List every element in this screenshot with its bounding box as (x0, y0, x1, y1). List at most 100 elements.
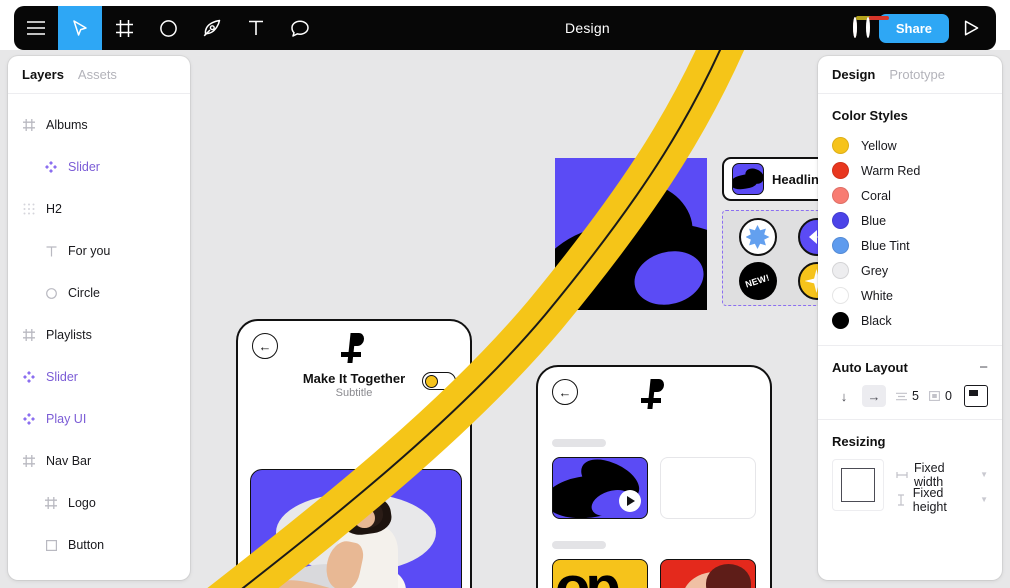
layer-row[interactable]: Nav Bar (8, 440, 190, 482)
page-title: Design (565, 20, 610, 36)
resize-options: Fixed width ▼ Fixed height ▼ (896, 459, 988, 514)
color-style-row[interactable]: Coral (832, 183, 988, 208)
avatar[interactable] (865, 17, 870, 38)
play-button-icon[interactable] (619, 490, 641, 512)
frame-icon (22, 454, 36, 468)
phone-mockup-a[interactable]: ← Make It Together Subtitle (236, 319, 472, 588)
comment-tool-icon[interactable] (278, 6, 322, 50)
avatar-collaborator-2-ring (865, 16, 889, 38)
auto-layout-section: Auto Layout − ↓ → 5 0 (818, 346, 1002, 420)
spacing-field[interactable]: 5 (896, 389, 919, 403)
resizing-controls: Fixed width ▼ Fixed height ▼ (832, 459, 988, 514)
share-button[interactable]: Share (878, 13, 949, 43)
phone-mockup-b[interactable]: ← (536, 365, 772, 588)
layer-list: Albums Slider H2 For you Circle Playlist (8, 94, 190, 576)
direction-horizontal-button[interactable]: → (862, 385, 886, 407)
text-tool-icon[interactable] (234, 6, 278, 50)
phone-b-header: ← (538, 367, 770, 409)
color-style-row[interactable]: White (832, 283, 988, 308)
phone-a-title-block: Make It Together Subtitle (303, 371, 405, 399)
present-play-icon[interactable] (958, 15, 984, 41)
color-swatch (832, 212, 849, 229)
layer-row[interactable]: Logo (8, 482, 190, 524)
color-style-row[interactable]: Yellow (832, 133, 988, 158)
media-card-empty[interactable] (660, 457, 756, 519)
layer-label: Slider (68, 160, 100, 174)
height-icon (896, 493, 907, 506)
back-button-icon[interactable]: ← (252, 333, 278, 359)
component-icon (22, 370, 36, 384)
component-icon (44, 160, 58, 174)
color-swatch (832, 287, 849, 304)
remove-auto-layout-button[interactable]: − (979, 360, 988, 375)
layer-row[interactable]: Slider (8, 146, 190, 188)
layer-row[interactable]: Playlists (8, 314, 190, 356)
color-swatch (832, 237, 849, 254)
frame-tool-icon[interactable] (102, 6, 146, 50)
design-properties-panel: Design Prototype Color Styles Yellow War… (818, 56, 1002, 580)
layer-label: Logo (68, 496, 96, 510)
tab-design[interactable]: Design (832, 67, 875, 82)
color-style-row[interactable]: Black (832, 308, 988, 333)
music-note-logo-icon-b (641, 379, 667, 409)
fixed-width-option[interactable]: Fixed width ▼ (896, 461, 988, 489)
layer-row[interactable]: Circle (8, 272, 190, 314)
star-burst-badge[interactable] (738, 218, 777, 256)
tab-assets[interactable]: Assets (78, 67, 117, 82)
layer-row[interactable]: For you (8, 230, 190, 272)
ellipse-tool-icon[interactable] (146, 6, 190, 50)
spacing-value: 5 (912, 389, 919, 403)
color-style-row[interactable]: Blue Tint (832, 233, 988, 258)
color-swatch (832, 312, 849, 329)
move-tool-icon[interactable] (58, 6, 102, 50)
color-swatch (832, 262, 849, 279)
layer-row[interactable]: Button (8, 524, 190, 566)
auto-layout-controls: ↓ → 5 0 (832, 385, 988, 407)
frame-icon (44, 496, 58, 510)
menu-icon[interactable] (14, 6, 58, 50)
resize-preview-box[interactable] (832, 459, 884, 511)
color-swatch (832, 162, 849, 179)
layer-row[interactable]: H2 (8, 188, 190, 230)
color-style-row[interactable]: Grey (832, 258, 988, 283)
media-card-yellow[interactable]: op (552, 559, 648, 588)
direction-vertical-button[interactable]: ↓ (832, 385, 856, 407)
color-style-row[interactable]: Warm Red (832, 158, 988, 183)
frame-icon (22, 328, 36, 342)
tab-prototype[interactable]: Prototype (889, 67, 945, 82)
layer-row[interactable]: Slider (8, 356, 190, 398)
color-styles-header: Color Styles (832, 108, 988, 123)
chevron-down-icon: ▼ (980, 495, 988, 504)
chevron-down-icon: ▼ (980, 470, 988, 479)
fixed-height-option[interactable]: Fixed height ▼ (896, 485, 988, 514)
back-button-icon-b[interactable]: ← (552, 379, 578, 405)
layer-label: Albums (46, 118, 88, 132)
avatar[interactable] (852, 17, 857, 38)
color-styles-section: Color Styles Yellow Warm Red Coral Blue … (818, 94, 1002, 346)
new-badge[interactable]: NEW! (738, 262, 777, 300)
media-card-red[interactable] (660, 559, 756, 588)
color-style-label: Coral (861, 188, 891, 203)
ellipse-icon (44, 286, 58, 300)
color-style-label: White (861, 288, 893, 303)
top-toolbar: Design Share (14, 6, 996, 50)
phone-a-hero-photo[interactable] (250, 469, 462, 588)
layer-row[interactable]: Albums (8, 104, 190, 146)
color-styles-title: Color Styles (832, 108, 908, 123)
auto-layout-title: Auto Layout (832, 360, 908, 375)
color-style-label: Blue Tint (861, 238, 910, 253)
tab-layers[interactable]: Layers (22, 67, 64, 82)
phone-a-toggle[interactable] (422, 372, 456, 390)
media-card-abstract[interactable] (552, 457, 648, 519)
color-style-label: Grey (861, 263, 889, 278)
text-icon (44, 244, 58, 258)
padding-field[interactable]: 0 (929, 389, 952, 403)
toggle-knob (425, 374, 438, 388)
alignment-button[interactable] (964, 385, 988, 407)
artboard-abstract-image[interactable] (555, 158, 707, 310)
layer-row[interactable]: Play UI (8, 398, 190, 440)
color-style-row[interactable]: Blue (832, 208, 988, 233)
fixed-height-label: Fixed height (912, 485, 947, 514)
color-style-label: Black (861, 313, 892, 328)
pen-tool-icon[interactable] (190, 6, 234, 50)
